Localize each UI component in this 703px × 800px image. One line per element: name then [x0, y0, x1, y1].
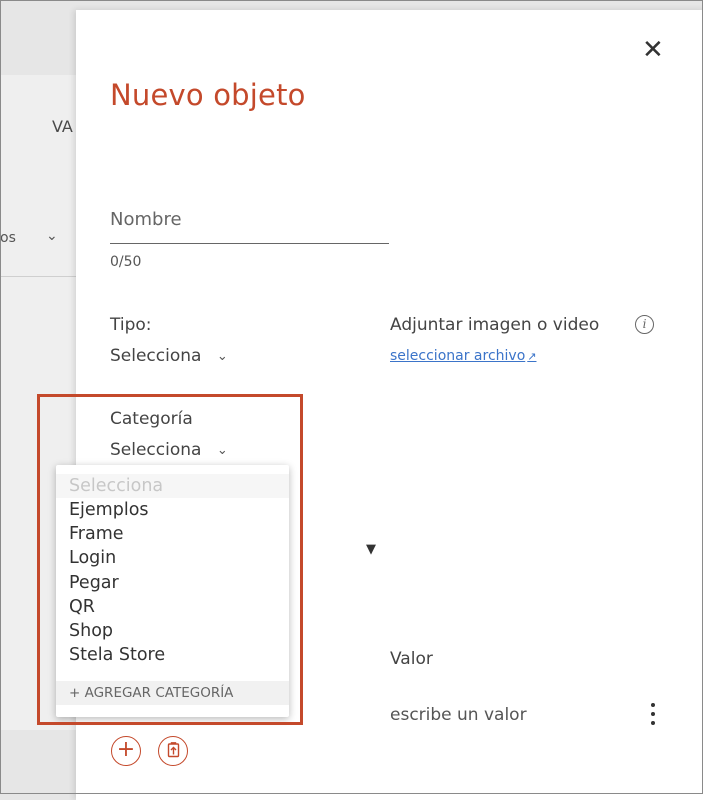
tipo-label: Tipo:	[110, 315, 152, 335]
external-link-icon: ↗	[527, 350, 537, 363]
chevron-down-icon: ⌄	[216, 443, 228, 458]
character-counter: 0/50	[110, 254, 142, 270]
valor-label: Valor	[390, 649, 433, 669]
categoria-select[interactable]: Selecciona ⌄	[110, 440, 228, 460]
tipo-select[interactable]: Selecciona ⌄	[110, 346, 228, 366]
drawer-title: Nuevo objeto	[110, 78, 306, 112]
name-input[interactable]: Nombre	[110, 209, 182, 230]
dropdown-option[interactable]: Ejemplos	[56, 498, 289, 522]
more-options-icon[interactable]	[644, 700, 662, 730]
info-icon[interactable]: i	[635, 315, 654, 334]
close-icon[interactable]: ✕	[642, 37, 664, 63]
chevron-down-icon: ⌄	[216, 349, 228, 364]
upload-button[interactable]	[158, 736, 188, 766]
select-file-link-label: seleccionar archivo	[390, 348, 526, 364]
dropdown-option[interactable]: Pegar	[56, 571, 289, 595]
background-column-label: VA	[52, 117, 73, 136]
dropdown-option[interactable]: Shop	[56, 619, 289, 643]
chevron-down-icon: ⌄	[46, 228, 58, 244]
valor-input[interactable]: escribe un valor	[390, 705, 527, 725]
tipo-select-value: Selecciona	[110, 346, 202, 366]
dropdown-option[interactable]: Stela Store	[56, 643, 289, 667]
background-filter-label: os	[0, 230, 16, 246]
categoria-label: Categoría	[110, 409, 193, 429]
divider	[0, 276, 80, 277]
attach-media-label: Adjuntar imagen o video	[390, 315, 600, 335]
dropdown-option[interactable]: QR	[56, 595, 289, 619]
add-button[interactable]: +	[111, 736, 141, 766]
name-input-underline	[110, 243, 389, 244]
categoria-select-value: Selecciona	[110, 440, 202, 460]
caret-down-icon[interactable]: ▼	[366, 542, 376, 557]
upload-icon	[167, 742, 179, 758]
dropdown-option[interactable]: Frame	[56, 522, 289, 546]
dropdown-option-placeholder[interactable]: Selecciona	[56, 474, 289, 498]
select-file-link[interactable]: seleccionar archivo ↗	[390, 348, 536, 364]
categoria-dropdown-menu: Selecciona Ejemplos Frame Login Pegar QR…	[56, 465, 289, 717]
add-category-button[interactable]: + AGREGAR CATEGORÍA	[56, 681, 289, 705]
dropdown-option[interactable]: Login	[56, 546, 289, 570]
